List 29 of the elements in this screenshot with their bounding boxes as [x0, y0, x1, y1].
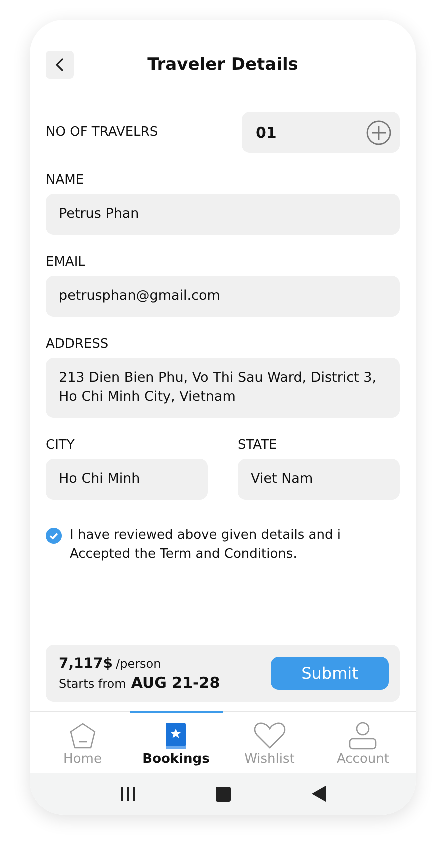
- starts-label: Starts from: [59, 676, 126, 690]
- field-label: NO OF TRAVELRS: [46, 125, 158, 140]
- field-label: NAME: [46, 173, 86, 188]
- price-unit: /person: [116, 656, 162, 670]
- input-field[interactable]: petrusphan@gmail.com: [46, 276, 400, 317]
- book-icon: [165, 722, 188, 750]
- back-icon: [55, 58, 65, 72]
- add-icon[interactable]: [366, 120, 392, 146]
- home-square-icon[interactable]: [216, 786, 232, 802]
- recent-apps-icon[interactable]: [120, 786, 136, 802]
- checkbox[interactable]: [46, 528, 62, 544]
- agreement-text: I have reviewed above given details and i Accepted the Term and Conditions.: [70, 527, 342, 564]
- field-label: STATE: [238, 438, 278, 453]
- input-field[interactable]: Ho Chi Minh: [46, 459, 208, 500]
- input-field[interactable]: 213 Dien Bien Phu, Vo Thi Sau Ward, District 3, Ho Chi Minh City, Vietnam: [46, 358, 400, 418]
- person-icon: [348, 722, 378, 750]
- field-label: ADDRESS: [46, 337, 110, 352]
- input-field[interactable]: Viet Nam: [238, 459, 400, 500]
- screen-title: Traveler Details: [148, 55, 298, 75]
- price: 7,117$: [59, 656, 114, 672]
- field-label: CITY: [46, 438, 76, 453]
- heart-icon: [252, 722, 287, 750]
- pentagon-icon: [68, 722, 97, 750]
- back-triangle-icon[interactable]: [312, 786, 326, 802]
- back-button[interactable]: [46, 51, 74, 79]
- input-field[interactable]: Petrus Phan: [46, 194, 400, 235]
- traveler-count-field[interactable]: 01: [242, 112, 400, 153]
- field-label: EMAIL: [46, 255, 86, 270]
- date-range: AUG 21-28: [131, 674, 220, 692]
